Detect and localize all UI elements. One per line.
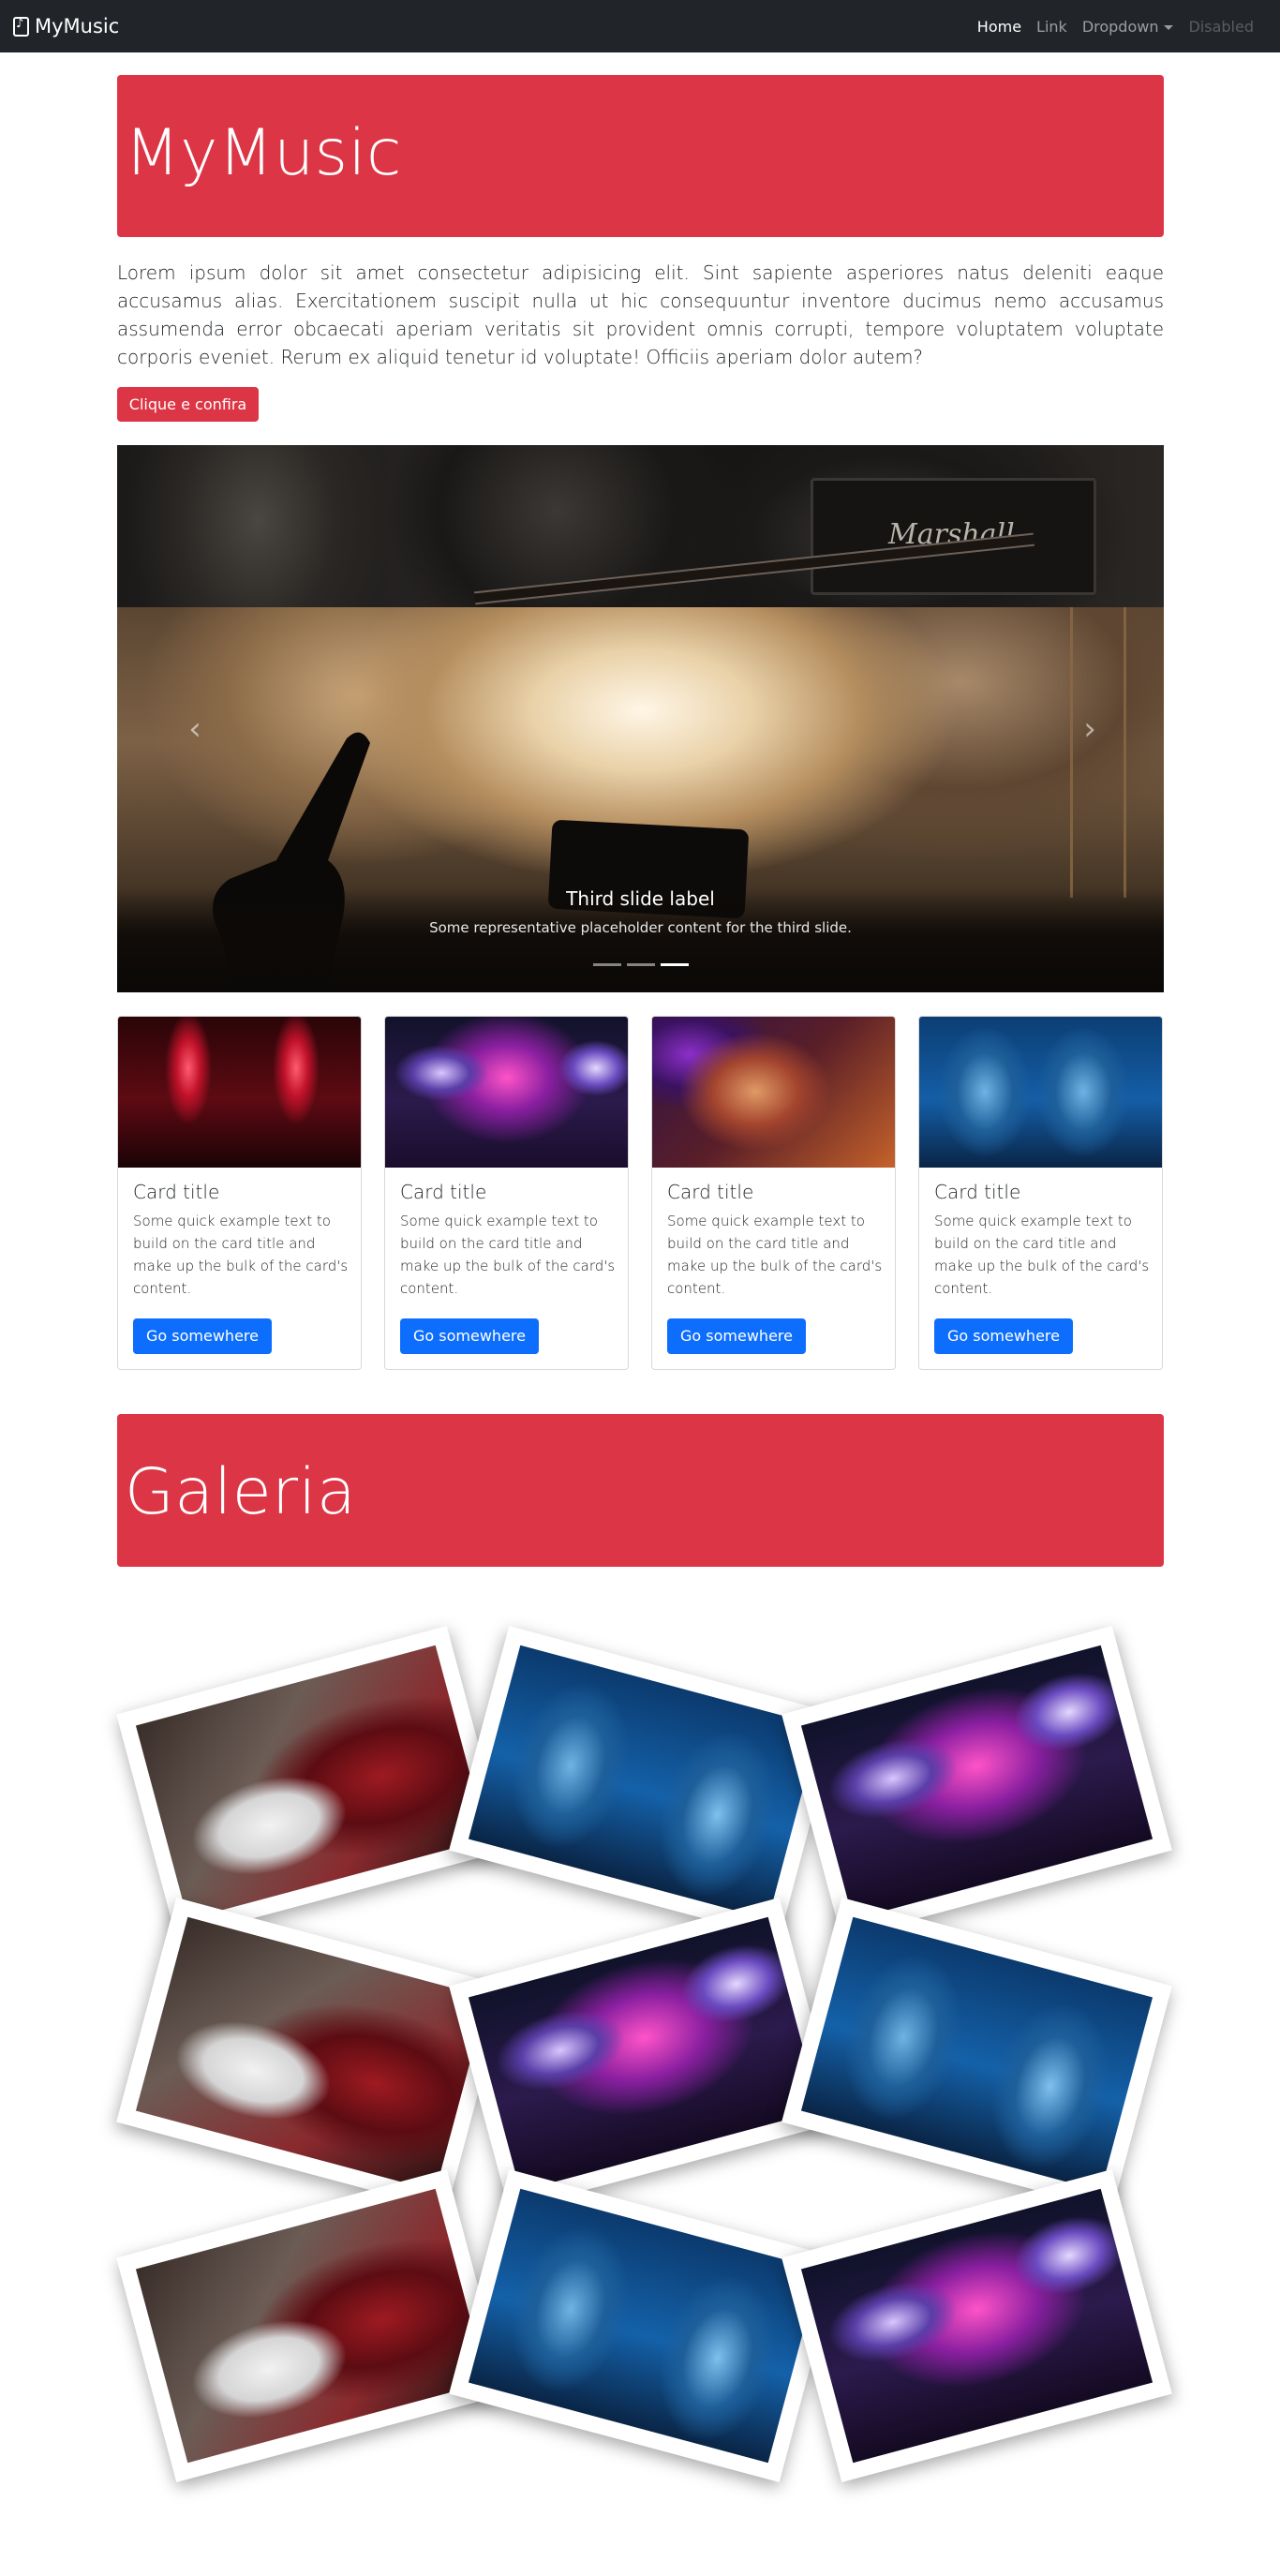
- nav-link-home[interactable]: Home: [970, 18, 1029, 36]
- card-image: [919, 1017, 1162, 1168]
- gallery-jumbotron: Galeria: [117, 1414, 1164, 1567]
- nav-link-disabled: Disabled: [1188, 17, 1254, 36]
- gallery-photo[interactable]: [116, 1625, 507, 1940]
- gallery-photo-image: [800, 1916, 1153, 2192]
- nav-link-link[interactable]: Link: [1029, 18, 1075, 36]
- hero-jumbotron: MyMusic: [117, 75, 1164, 237]
- nav-dropdown-label: Dropdown: [1081, 17, 1159, 36]
- navbar-links: Home Link Dropdown Disabled: [970, 0, 1261, 52]
- gallery-photo[interactable]: [781, 1625, 1172, 1940]
- gallery-photo[interactable]: [781, 2168, 1172, 2483]
- card-title: Card title: [934, 1181, 1021, 1203]
- gallery-photo-image: [468, 1916, 821, 2192]
- carousel-prev-button[interactable]: ‹: [176, 710, 214, 748]
- navbar: MyMusic Home Link Dropdown Disabled: [0, 0, 1280, 52]
- carousel-indicator-3[interactable]: [660, 963, 689, 966]
- card-title: Card title: [400, 1181, 487, 1203]
- carousel: Marshall ‹ › Third slide label Some repr…: [117, 445, 1164, 992]
- hero-title: MyMusic: [125, 116, 402, 190]
- chevron-left-icon: ‹: [188, 710, 201, 748]
- gallery-photo[interactable]: [116, 1897, 507, 2211]
- nav-link-dropdown[interactable]: Dropdown: [1075, 18, 1182, 36]
- gallery-photo-image: [135, 2188, 488, 2464]
- card-image: [385, 1017, 628, 1168]
- carousel-next-button[interactable]: ›: [1071, 710, 1109, 748]
- gallery-title: Galeria: [125, 1455, 357, 1529]
- gallery-photo[interactable]: [116, 2168, 507, 2483]
- cta-button[interactable]: Clique e confira: [117, 387, 259, 422]
- card-button[interactable]: Go somewhere: [400, 1318, 539, 1354]
- card-button[interactable]: Go somewhere: [133, 1318, 272, 1354]
- hero-lead-text: Lorem ipsum dolor sit amet consectetur a…: [117, 261, 1164, 368]
- card-text: Some quick example text to build on the …: [667, 1213, 883, 1297]
- card-text: Some quick example text to build on the …: [934, 1213, 1150, 1297]
- gallery-photo[interactable]: [781, 1897, 1172, 2211]
- card-button[interactable]: Go somewhere: [934, 1318, 1073, 1354]
- card: Card title Some quick example text to bu…: [918, 1016, 1163, 1370]
- gallery-photo[interactable]: [449, 1897, 840, 2211]
- navbar-brand[interactable]: MyMusic: [13, 14, 119, 38]
- carousel-indicators: [117, 963, 1164, 966]
- card-text: Some quick example text to build on the …: [133, 1213, 349, 1297]
- music-note-icon: [13, 16, 29, 37]
- card: Card title Some quick example text to bu…: [384, 1016, 629, 1370]
- card-title: Card title: [667, 1181, 754, 1203]
- carousel-slide-image-previous: Marshall: [117, 445, 1164, 607]
- gallery-photo-image: [800, 2188, 1153, 2464]
- gallery-photo[interactable]: [449, 1625, 840, 1940]
- stage-truss: [1070, 607, 1126, 898]
- carousel-caption-title: Third slide label: [566, 887, 715, 910]
- navbar-brand-label: MyMusic: [35, 15, 120, 37]
- card: Card title Some quick example text to bu…: [651, 1016, 896, 1370]
- card-image: [118, 1017, 361, 1168]
- carousel-caption-text: Some representative placeholder content …: [429, 919, 852, 936]
- gallery-photo-image: [468, 2188, 821, 2464]
- gallery-photo-image: [468, 1645, 821, 1920]
- gallery-photo-image: [135, 1916, 488, 2192]
- chevron-right-icon: ›: [1083, 710, 1096, 748]
- gallery-photo[interactable]: [449, 2168, 840, 2483]
- card-button[interactable]: Go somewhere: [667, 1318, 806, 1354]
- gallery-photo-image: [800, 1645, 1153, 1920]
- card-text: Some quick example text to build on the …: [400, 1213, 616, 1297]
- carousel-indicator-1[interactable]: [592, 963, 621, 966]
- card-image: [652, 1017, 895, 1168]
- amplifier: Marshall: [811, 478, 1096, 595]
- carousel-indicator-2[interactable]: [626, 963, 655, 966]
- card: Card title Some quick example text to bu…: [117, 1016, 362, 1370]
- caret-down-icon: [1164, 24, 1174, 30]
- gallery-photo-image: [135, 1645, 488, 1920]
- card-title: Card title: [133, 1181, 220, 1203]
